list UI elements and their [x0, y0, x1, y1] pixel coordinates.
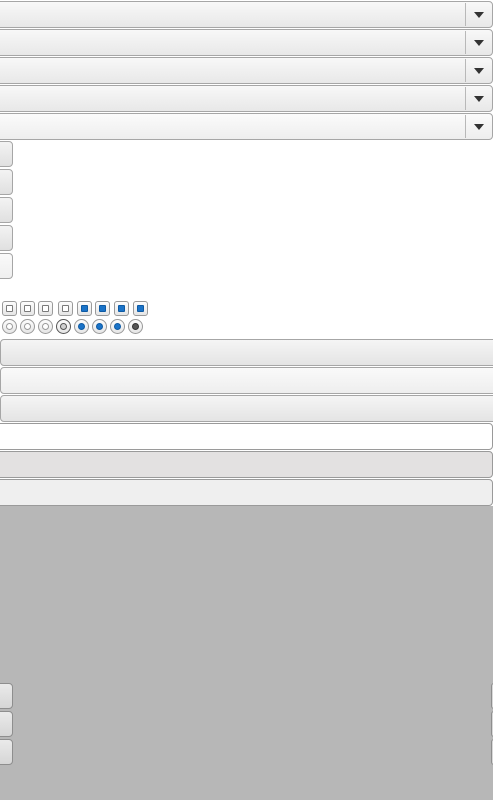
clipped-button-1[interactable] — [0, 141, 13, 167]
radio-dot — [78, 323, 85, 330]
checkbox-mark — [81, 305, 88, 312]
checkbox-mark — [62, 305, 69, 312]
text-field-disabled — [0, 451, 493, 478]
wide-button-1[interactable] — [0, 339, 493, 366]
clipped-button-4[interactable] — [0, 225, 13, 251]
text-field-readonly[interactable] — [0, 479, 493, 506]
panel-clipped-button-2[interactable] — [0, 711, 13, 737]
radio-8[interactable] — [128, 319, 143, 334]
checkbox-mark — [137, 305, 144, 312]
checkbox-7[interactable] — [114, 301, 129, 316]
panel-clipped-button-3[interactable] — [0, 739, 13, 765]
radio-dot — [96, 323, 103, 330]
dropdown-3[interactable] — [0, 57, 493, 84]
chevron-down-icon[interactable] — [474, 96, 484, 102]
gray-panel — [0, 506, 493, 800]
clipped-button-2[interactable] — [0, 169, 13, 195]
clipped-button-3[interactable] — [0, 197, 13, 223]
chevron-down-icon[interactable] — [474, 40, 484, 46]
dropdown-divider — [465, 3, 466, 26]
wide-button-2[interactable] — [0, 367, 493, 394]
radio-dot — [42, 323, 49, 330]
checkbox-mark — [42, 305, 49, 312]
checkbox-mark — [6, 305, 13, 312]
radio-7[interactable] — [110, 319, 125, 334]
checkbox-2[interactable] — [20, 301, 35, 316]
radio-dot — [132, 323, 139, 330]
radio-1[interactable] — [2, 319, 17, 334]
radio-dot — [6, 323, 13, 330]
chevron-down-icon[interactable] — [474, 12, 484, 18]
radio-dot — [60, 323, 67, 330]
text-field-1[interactable] — [0, 423, 493, 450]
checkbox-5[interactable] — [77, 301, 92, 316]
radio-3[interactable] — [38, 319, 53, 334]
radio-dot — [114, 323, 121, 330]
chevron-down-icon[interactable] — [474, 68, 484, 74]
checkbox-6[interactable] — [95, 301, 110, 316]
dropdown-divider — [465, 31, 466, 54]
checkbox-mark — [24, 305, 31, 312]
checkbox-mark — [118, 305, 125, 312]
dropdown-divider — [465, 87, 466, 110]
clipped-button-5[interactable] — [0, 253, 13, 279]
checkbox-1[interactable] — [2, 301, 17, 316]
radio-6[interactable] — [92, 319, 107, 334]
checkbox-mark — [99, 305, 106, 312]
dropdown-divider — [465, 115, 466, 138]
wide-button-3[interactable] — [0, 395, 493, 422]
radio-5[interactable] — [74, 319, 89, 334]
checkbox-8[interactable] — [133, 301, 148, 316]
dropdown-5[interactable] — [0, 113, 493, 140]
radio-dot — [24, 323, 31, 330]
radio-2[interactable] — [20, 319, 35, 334]
dropdown-divider — [465, 59, 466, 82]
checkbox-4[interactable] — [58, 301, 73, 316]
checkbox-3[interactable] — [38, 301, 53, 316]
dropdown-2[interactable] — [0, 29, 493, 56]
chevron-down-icon[interactable] — [474, 124, 484, 130]
panel-clipped-button-1[interactable] — [0, 683, 13, 709]
radio-4[interactable] — [56, 319, 71, 334]
dropdown-4[interactable] — [0, 85, 493, 112]
dropdown-1[interactable] — [0, 1, 493, 28]
